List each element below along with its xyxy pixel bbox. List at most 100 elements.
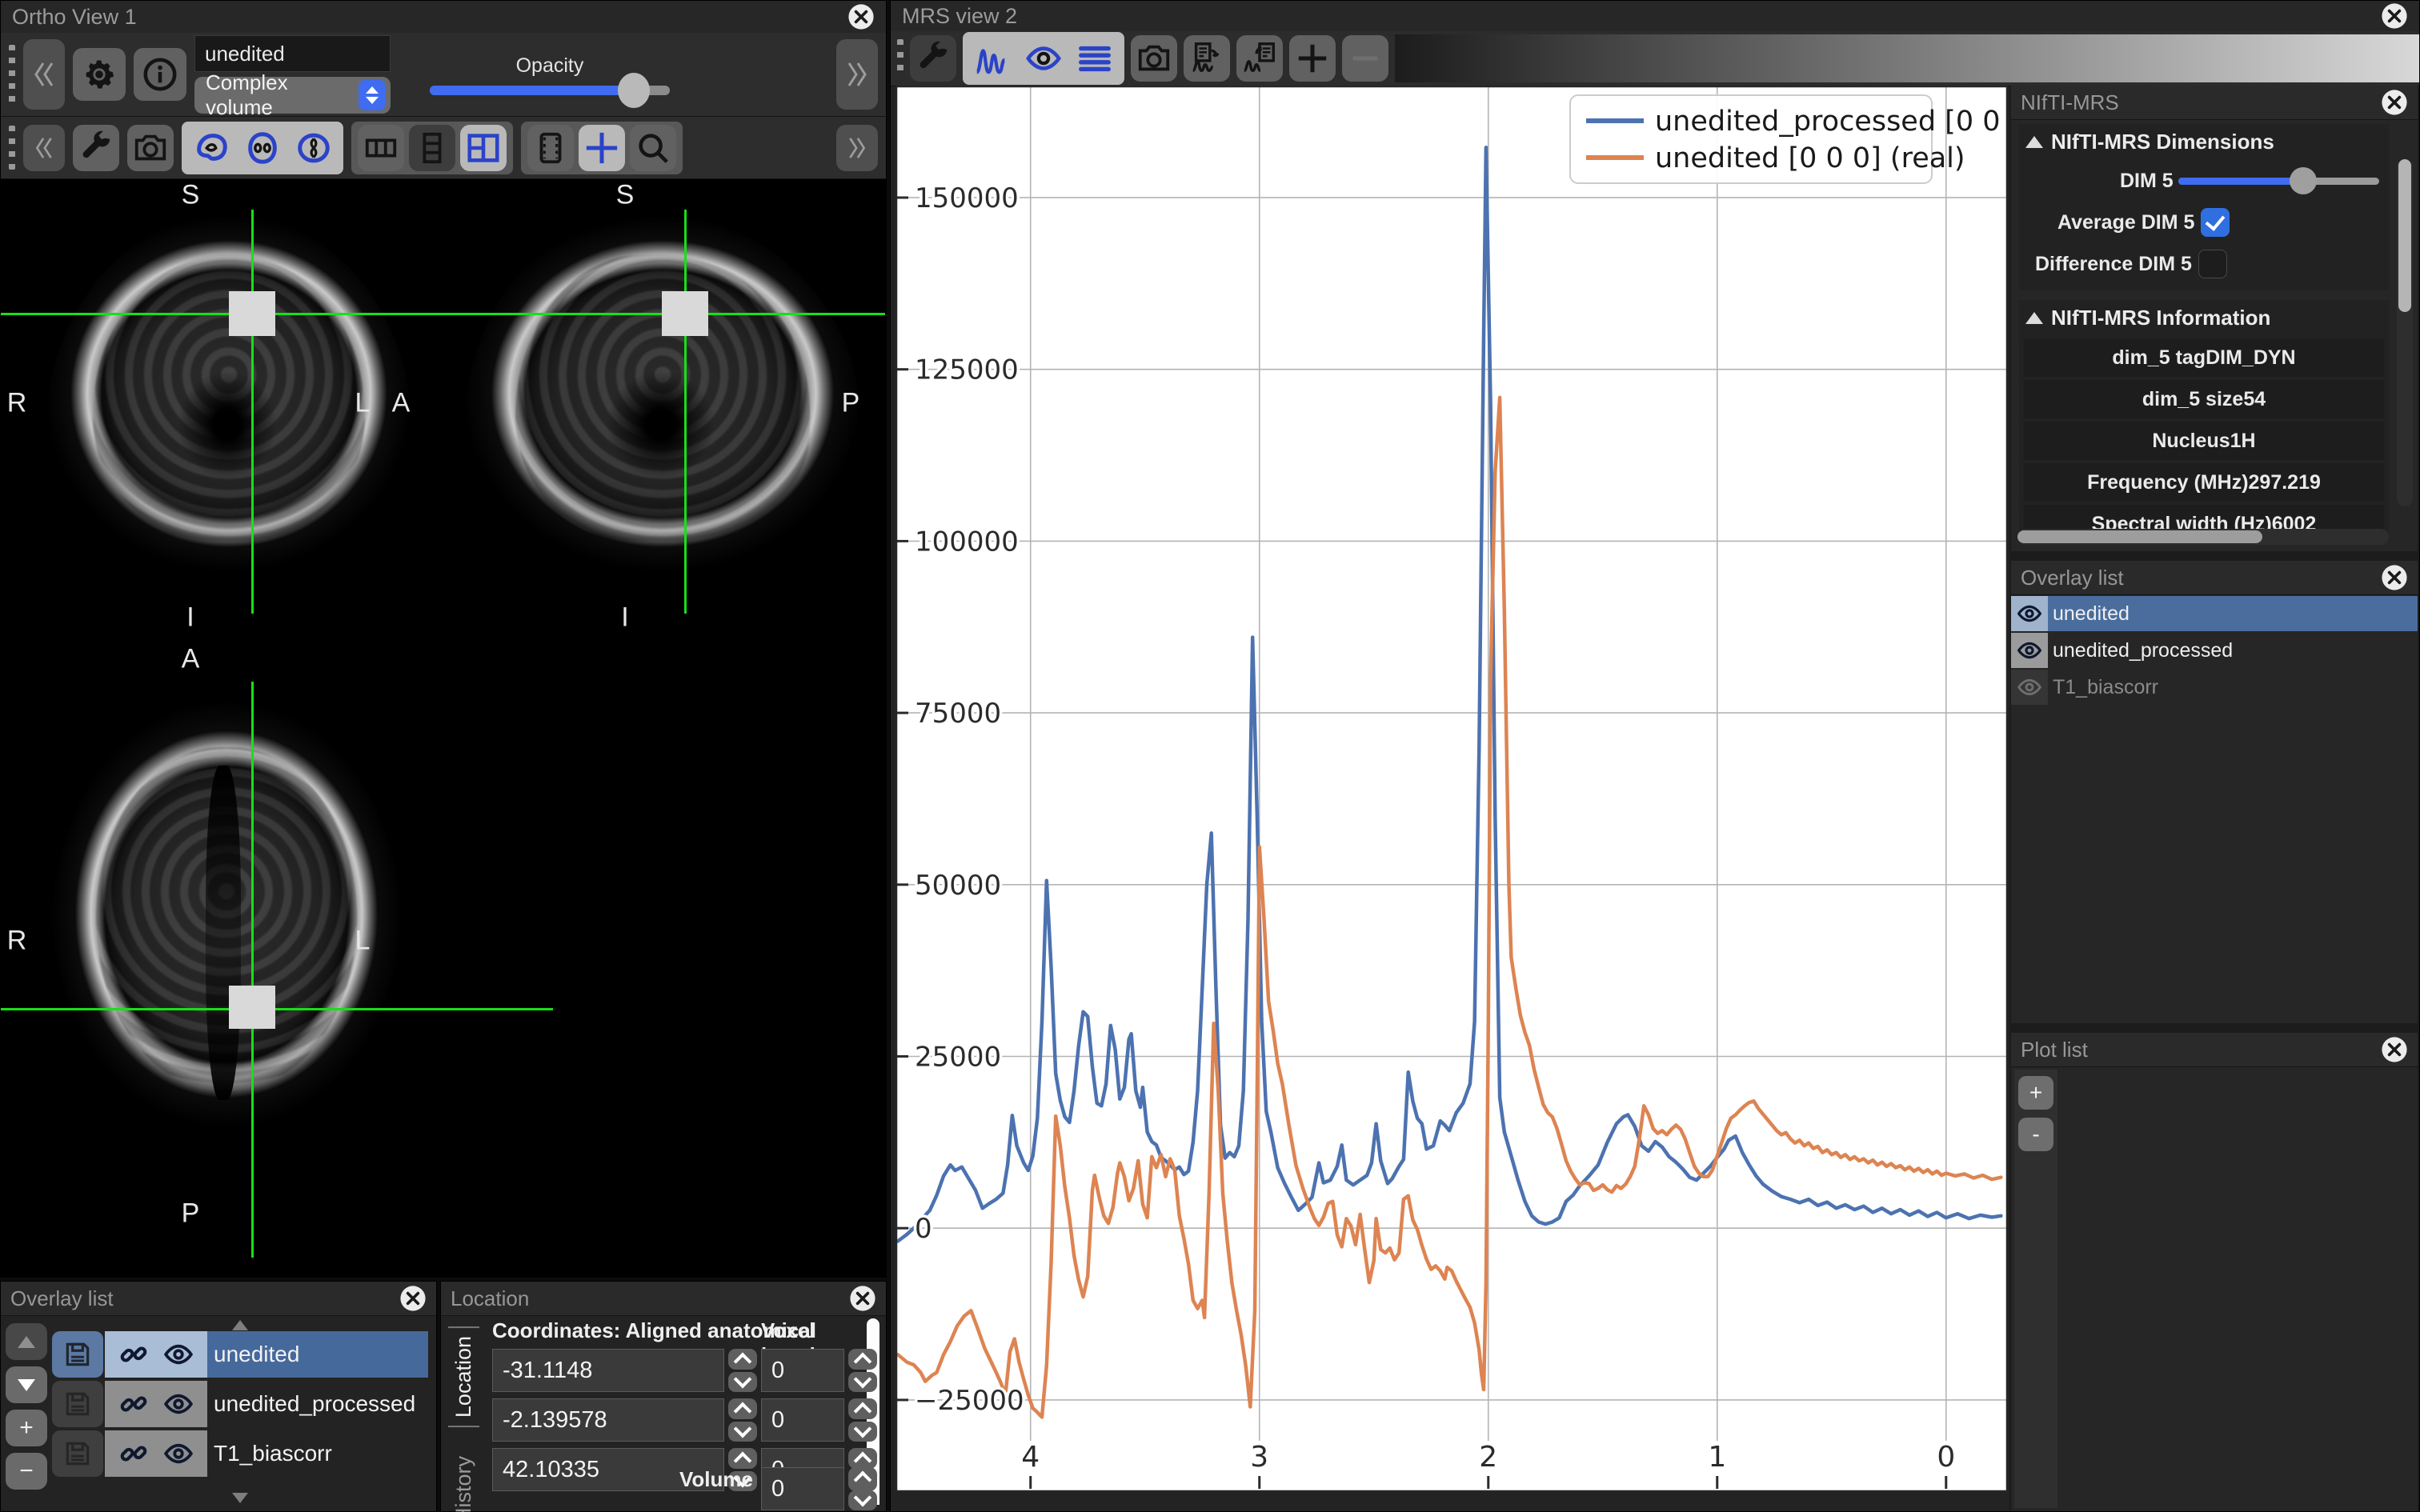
crosshair-vertical-sagittal[interactable] [684,210,687,614]
overlay-row-unedited[interactable]: unedited [2011,596,2418,631]
eye-closed-icon[interactable] [2011,670,2048,705]
overlay-name[interactable]: T1_biascorr [2048,670,2418,705]
step-up-button[interactable] [848,1448,877,1469]
sagittal-view-icon[interactable] [188,125,234,171]
mrs-voxel-sagittal[interactable] [662,291,708,336]
toolbar-grip[interactable] [9,45,15,105]
step-down-button[interactable] [728,1422,757,1442]
movie-icon[interactable] [527,125,574,171]
average-dim5-checkbox[interactable] [2201,208,2230,237]
step-up-button[interactable] [728,1398,757,1419]
wrench-icon[interactable] [910,35,956,82]
horizontal-layout-icon[interactable] [358,125,404,171]
coronal-view-icon[interactable] [239,125,286,171]
wrench-icon[interactable] [73,125,119,171]
overlay-type-dropdown[interactable]: Complex volume [194,77,391,114]
opacity-slider[interactable] [430,86,670,95]
vertical-scrollbar[interactable] [2397,159,2413,506]
step-down-button[interactable] [728,1372,757,1393]
overlay-row-t1-biascorr[interactable]: T1_biascorr [2011,670,2418,705]
overlay-name[interactable]: unedited_processed [2048,633,2418,668]
step-down-button[interactable] [848,1372,877,1393]
spectrum-icon[interactable] [969,35,1016,82]
chevron-left-icon[interactable] [23,39,65,109]
step-up-button[interactable] [848,1349,877,1370]
step-up-button[interactable] [848,1467,877,1488]
close-icon[interactable] [2381,1036,2408,1063]
crosshair-horizontal-axial[interactable] [1,1008,553,1010]
eye-icon[interactable] [163,1389,194,1419]
tab-location[interactable]: Location [448,1326,479,1427]
eye-icon[interactable] [163,1339,194,1370]
overlay-name-input[interactable]: unedited [194,35,391,72]
ortho-canvas[interactable]: S R L I S A P I A R L P [1,179,886,1277]
close-icon[interactable] [849,1285,876,1312]
crosshair-horizontal-top[interactable] [1,313,885,315]
add-overlay-button[interactable]: + [6,1410,47,1446]
overlay-name[interactable]: T1_biascorr [207,1430,428,1477]
close-icon[interactable] [399,1285,427,1312]
toolbar-grip[interactable] [9,126,15,170]
eye-icon[interactable] [2011,596,2048,631]
crosshair-vertical-axial[interactable] [251,682,254,1258]
close-icon[interactable] [2381,564,2408,591]
volume-value[interactable]: 0 [761,1467,844,1510]
overlay-row-unedited-processed[interactable]: unedited_processed [52,1381,428,1427]
list-icon[interactable] [1072,35,1118,82]
world-x-value[interactable]: -31.1148 [492,1349,724,1392]
crosshair-icon[interactable] [579,125,625,171]
dim5-slider[interactable] [2178,178,2379,185]
overlay-row-unedited-processed[interactable]: unedited_processed [2011,633,2418,668]
camera-icon[interactable] [1131,35,1177,82]
overlay-name[interactable]: unedited [207,1331,428,1378]
close-icon[interactable] [847,3,875,30]
mrs-voxel-coronal[interactable] [229,291,275,336]
move-down-button[interactable] [6,1366,47,1403]
axial-view-icon[interactable] [290,125,337,171]
mrs-plot-svg[interactable]: −250000250005000075000100000125000150000… [895,86,2008,1492]
step-down-button[interactable] [848,1490,877,1511]
close-icon[interactable] [2381,2,2408,30]
step-down-button[interactable] [848,1422,877,1442]
sagittal-slice-image[interactable] [463,215,862,603]
move-up-button[interactable] [6,1323,47,1360]
info-icon[interactable] [134,48,186,101]
save-icon[interactable] [52,1331,103,1378]
overlay-row-unedited[interactable]: unedited [52,1331,428,1378]
export-data-icon[interactable] [1184,35,1230,82]
horizontal-scrollbar[interactable] [2017,529,2389,545]
save-icon[interactable] [52,1430,103,1477]
chevron-right-icon[interactable] [836,39,878,109]
vertical-layout-icon[interactable] [409,125,455,171]
add-plot-icon[interactable] [1289,35,1336,82]
close-icon[interactable] [2381,89,2408,116]
dimensions-header[interactable]: NIfTI-MRS Dimensions [2019,124,2389,159]
world-y-value[interactable]: -2.139578 [492,1398,724,1442]
crosshair-vertical-coronal[interactable] [251,210,254,614]
remove-overlay-button[interactable]: − [6,1453,47,1490]
voxel-y-value[interactable]: 0 [761,1398,844,1442]
save-icon[interactable] [52,1381,103,1427]
toolbar-grip[interactable] [897,39,903,78]
information-header[interactable]: NIfTI-MRS Information [2019,300,2389,335]
mrs-voxel-axial[interactable] [229,986,275,1029]
chevron-left-icon[interactable] [23,125,65,171]
step-up-button[interactable] [848,1398,877,1419]
import-data-icon[interactable] [1236,35,1283,82]
overlay-row-t1-biascorr[interactable]: T1_biascorr [52,1430,428,1477]
add-plot-button[interactable]: + [2018,1076,2053,1110]
step-up-button[interactable] [728,1448,757,1469]
scroll-down-icon[interactable] [232,1493,248,1503]
axial-slice-image[interactable] [50,701,403,1165]
step-up-button[interactable] [728,1349,757,1370]
magnifier-icon[interactable] [630,125,676,171]
eye-icon[interactable] [163,1438,194,1469]
eye-icon[interactable] [2011,633,2048,668]
link-icon[interactable] [118,1339,149,1370]
link-icon[interactable] [118,1438,149,1469]
link-icon[interactable] [118,1389,149,1419]
remove-plot-button[interactable]: - [2018,1118,2053,1151]
opacity-slider-thumb[interactable] [618,73,650,108]
remove-plot-icon[interactable] [1342,35,1388,82]
overlay-name[interactable]: unedited [2048,596,2418,631]
